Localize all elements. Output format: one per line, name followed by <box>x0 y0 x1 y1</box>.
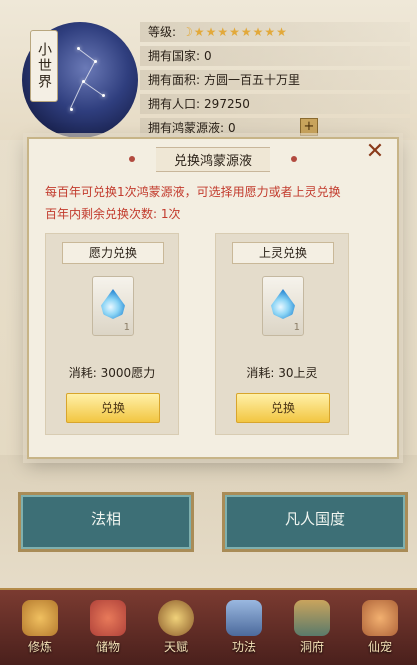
nav-cultivate[interactable]: 修炼 <box>12 596 68 658</box>
nav-storage[interactable]: 储物 <box>80 596 136 658</box>
world-tag: 小世界 <box>30 30 58 102</box>
nav-talent[interactable]: 天赋 <box>148 596 204 658</box>
nav-cave-mansion[interactable]: 洞府 <box>284 596 340 658</box>
cultivator-icon <box>22 600 58 636</box>
exchange-button[interactable]: 兑换 <box>236 393 330 423</box>
cost-text: 消耗: 30上灵 <box>246 366 318 380</box>
info-label: 拥有面积: <box>148 73 201 87</box>
exchange-modal: 兑换鸿蒙源液 ✕ 每百年可兑换1次鸿蒙源液，可选择用愿力或者上灵兑换 百年内剩余… <box>27 137 399 459</box>
item-count: 1 <box>293 322 300 333</box>
title-ornament-right <box>291 156 297 162</box>
tab-faxiang[interactable]: 法相 <box>18 492 194 552</box>
info-label: 等级: <box>148 25 177 39</box>
close-icon[interactable]: ✕ <box>365 141 385 163</box>
info-value: 方圆一百五十万里 <box>204 73 301 87</box>
modal-title-bar: 兑换鸿蒙源液 <box>129 147 297 172</box>
info-value: 297250 <box>204 97 250 111</box>
card-header: 愿力兑换 <box>62 242 164 264</box>
nav-spirit-pet[interactable]: 仙宠 <box>352 596 408 658</box>
exchange-button[interactable]: 兑换 <box>66 393 160 423</box>
add-source-liquid-button[interactable]: + <box>300 118 318 136</box>
nav-label: 修炼 <box>27 640 52 654</box>
nav-label: 储物 <box>95 640 120 654</box>
nav-skills[interactable]: 功法 <box>216 596 272 658</box>
scroll-icon <box>226 600 262 636</box>
nav-label: 洞府 <box>299 640 324 654</box>
info-label: 拥有鸿蒙源液: <box>148 121 225 135</box>
nav-label: 仙宠 <box>367 640 392 654</box>
wish-power-exchange-card: 愿力兑换 1 消耗: 3000愿力 兑换 <box>45 233 179 435</box>
exchange-description: 每百年可兑换1次鸿蒙源液，可选择用愿力或者上灵兑换 <box>45 185 341 199</box>
talent-icon <box>158 600 194 636</box>
info-row-country: 拥有国家: 0 <box>140 46 410 66</box>
water-drop-icon <box>101 289 125 319</box>
info-row-population: 拥有人口: 297250 <box>140 94 410 114</box>
info-row-level: 等级: ☽★★★★★★★★ <box>140 22 410 42</box>
pet-icon <box>362 600 398 636</box>
nav-label: 功法 <box>231 640 256 654</box>
title-ornament-left <box>129 156 135 162</box>
water-drop-icon <box>271 289 295 319</box>
nav-label: 天赋 <box>163 640 188 654</box>
info-label: 拥有人口: <box>148 97 201 111</box>
remaining-exchanges: 百年内剩余兑换次数: 1次 <box>45 207 181 221</box>
level-stars: ☽★★★★★★★★ <box>182 25 288 39</box>
item-count: 1 <box>123 322 130 333</box>
cost-text: 消耗: 3000愿力 <box>68 366 156 380</box>
info-row-area: 拥有面积: 方圆一百五十万里 <box>140 70 410 90</box>
tab-mortal-kingdom[interactable]: 凡人国度 <box>222 492 408 552</box>
source-liquid-item[interactable]: 1 <box>92 276 134 336</box>
card-header: 上灵兑换 <box>232 242 334 264</box>
info-label: 拥有国家: <box>148 49 201 63</box>
source-liquid-item[interactable]: 1 <box>262 276 304 336</box>
info-row-source-liquid: 拥有鸿蒙源液: 0 <box>140 118 410 138</box>
building-icon <box>294 600 330 636</box>
bag-icon <box>90 600 126 636</box>
info-value: 0 <box>228 121 236 135</box>
upper-spirit-exchange-card: 上灵兑换 1 消耗: 30上灵 兑换 <box>215 233 349 435</box>
modal-title: 兑换鸿蒙源液 <box>155 147 270 172</box>
info-value: 0 <box>204 49 212 63</box>
